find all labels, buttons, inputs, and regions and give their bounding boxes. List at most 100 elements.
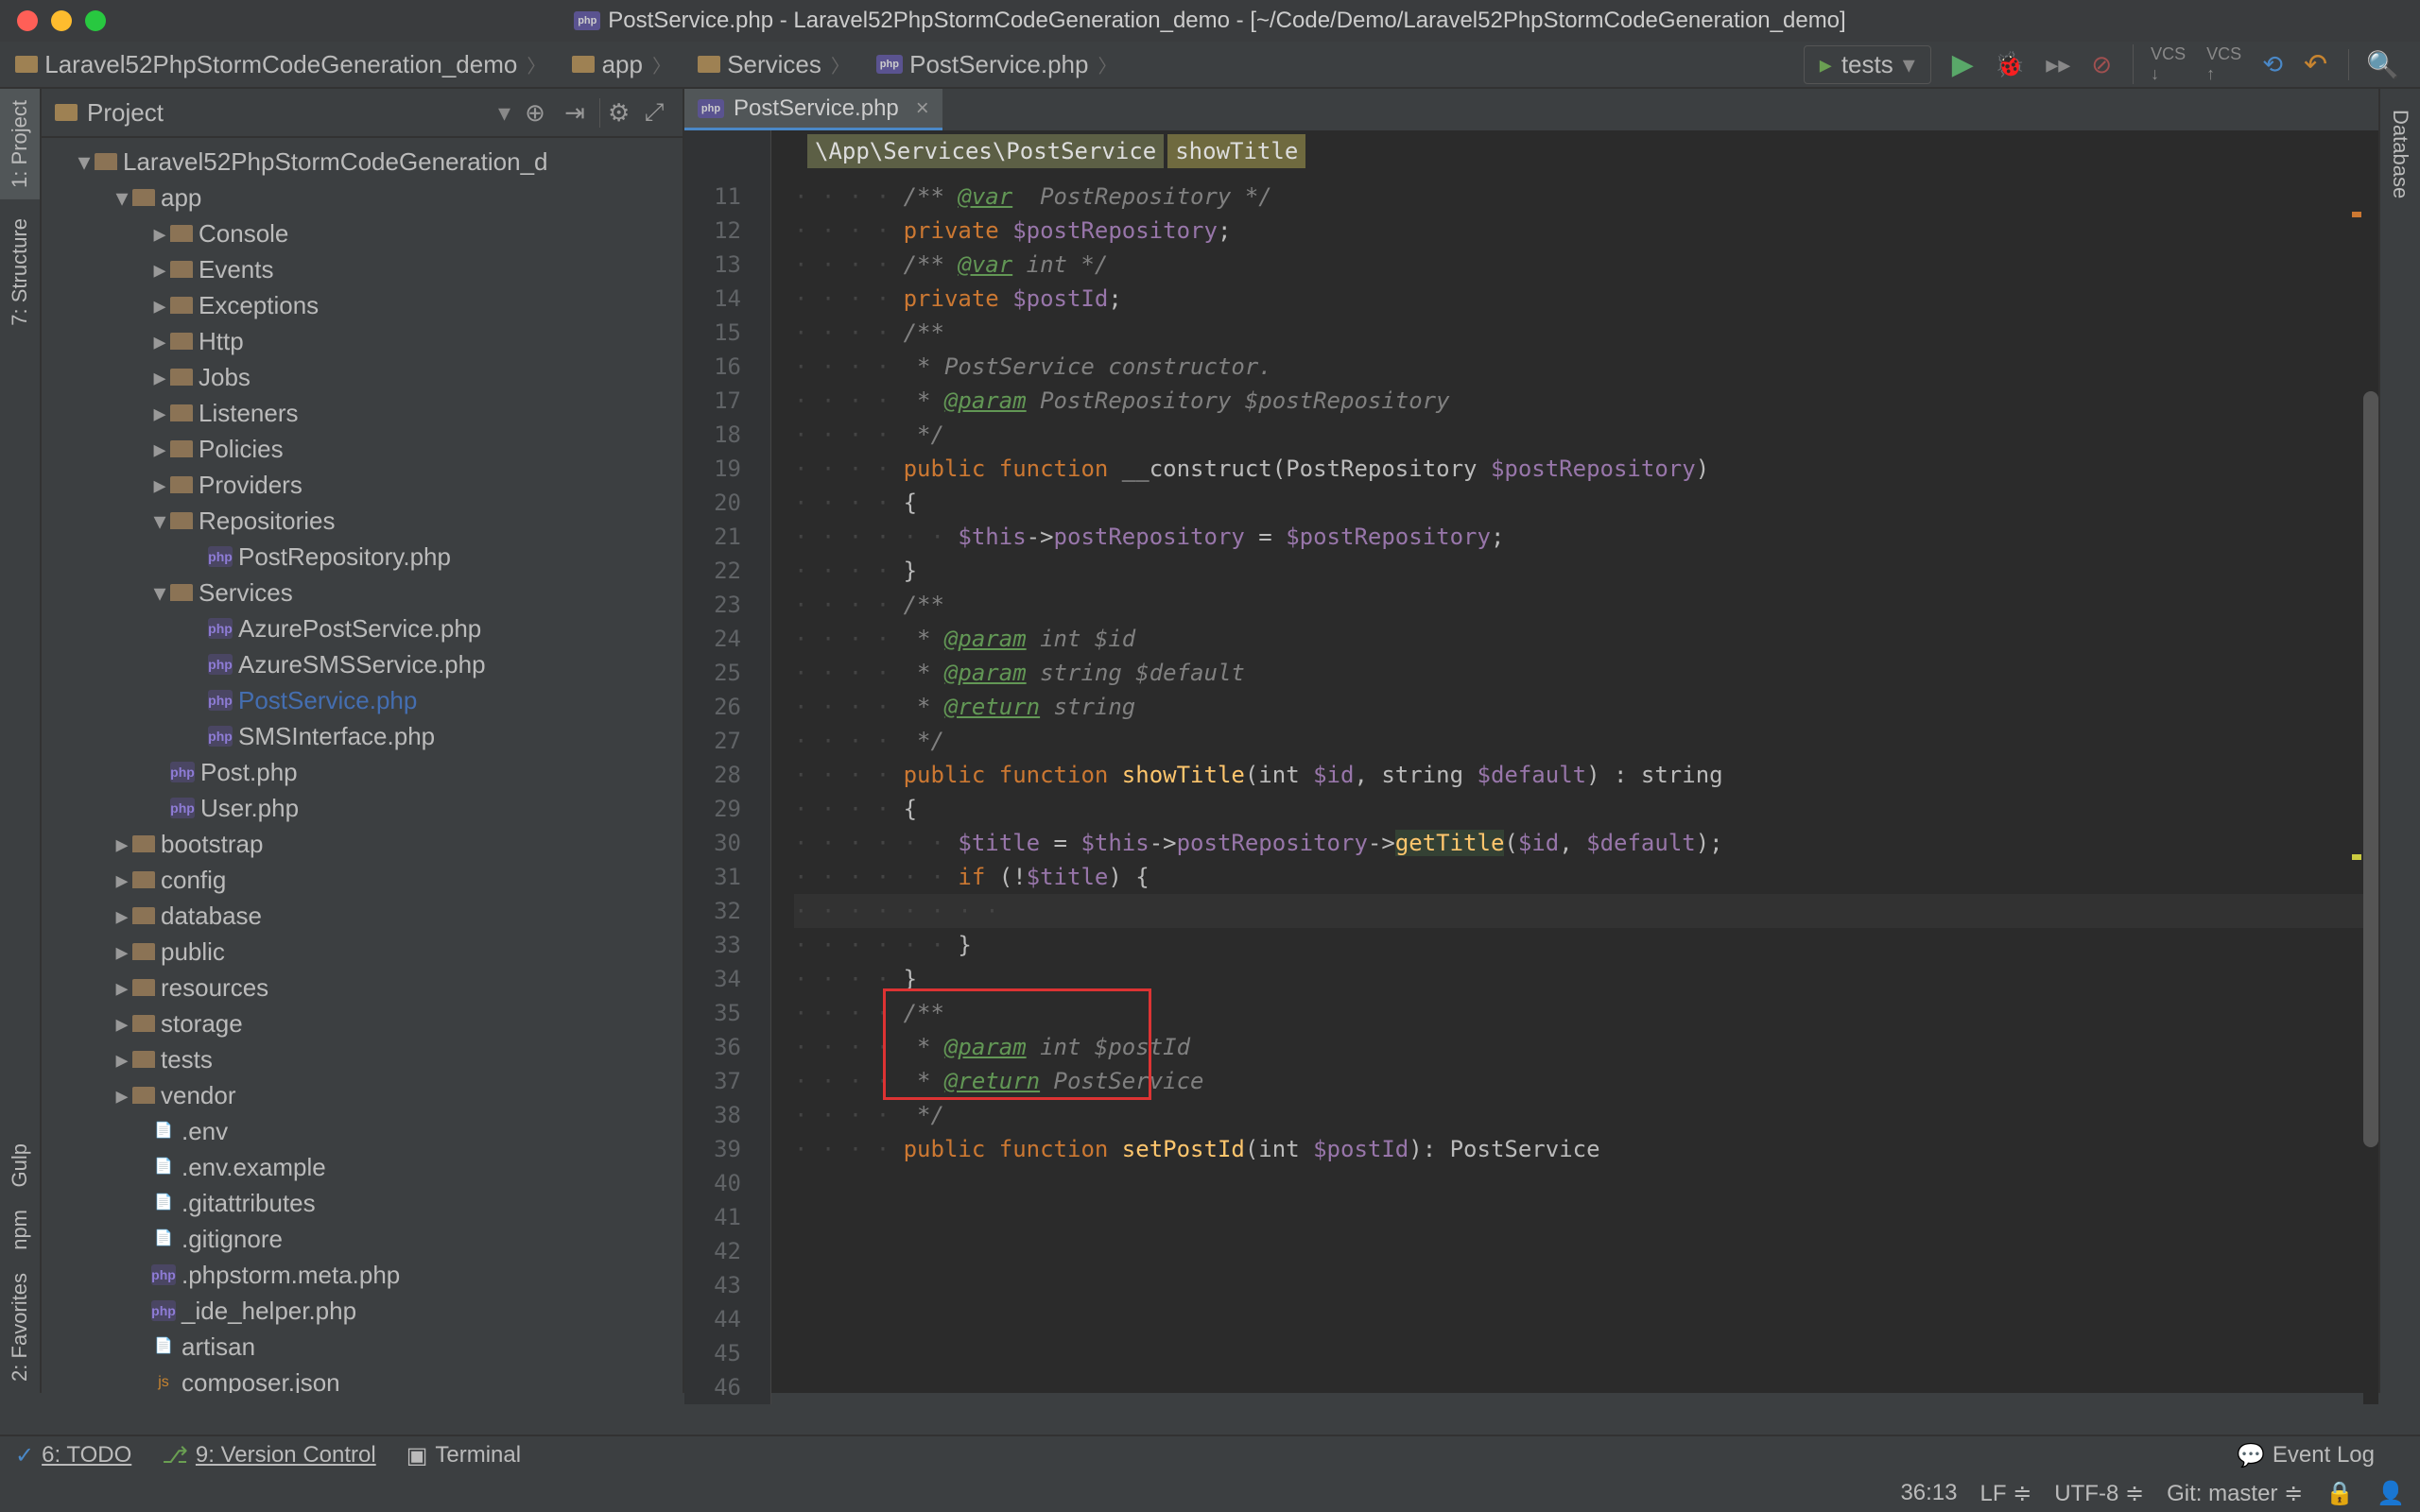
tree-dir[interactable]: Services <box>199 575 293 610</box>
editor-scrollbar[interactable] <box>2363 174 2378 1404</box>
warning-marker[interactable] <box>2352 854 2361 860</box>
tab-npm[interactable]: npm <box>0 1198 40 1262</box>
tree-dir[interactable]: public <box>161 934 225 970</box>
panel-title[interactable]: Project <box>87 98 489 128</box>
tree-file[interactable]: .env.example <box>182 1149 326 1185</box>
chevron-icon: ≑ <box>2284 1481 2303 1506</box>
tree-file[interactable]: AzurePostService.php <box>238 610 481 646</box>
tree-dir[interactable]: Listeners <box>199 395 299 431</box>
tree-root[interactable]: Laravel52PhpStormCodeGeneration_d <box>123 144 548 180</box>
tree-app[interactable]: app <box>161 180 201 215</box>
tab-version-control[interactable]: ⎇9: Version Control <box>162 1442 375 1469</box>
debug-icon[interactable]: 🐞 <box>1995 50 2025 79</box>
breadcrumb-file[interactable]: php PostService.php <box>861 50 1129 79</box>
tree-dir[interactable]: Providers <box>199 467 302 503</box>
zoom-window-icon[interactable] <box>85 10 106 31</box>
vcs-update-icon[interactable]: VCS↓ <box>2133 44 2186 84</box>
php-file-icon: php <box>698 99 724 118</box>
tree-dir[interactable]: Events <box>199 251 274 287</box>
php-file-icon: php <box>876 55 903 74</box>
run-icon[interactable]: ▶ <box>1952 48 1974 81</box>
coverage-icon[interactable]: ▸▸ <box>2046 50 2070 79</box>
tab-structure[interactable]: 7: Structure <box>0 207 40 337</box>
terminal-icon: ▣ <box>406 1442 428 1469</box>
close-window-icon[interactable] <box>17 10 38 31</box>
right-tool-tabs: Database <box>2378 89 2420 1393</box>
tree-dir[interactable]: config <box>161 862 226 898</box>
tree-dir[interactable]: bootstrap <box>161 826 263 862</box>
scrollbar-thumb[interactable] <box>2363 391 2378 1147</box>
search-icon[interactable]: 🔍 <box>2348 49 2399 80</box>
test-icon: ▸ <box>1820 50 1832 79</box>
tree-dir[interactable]: Exceptions <box>199 287 319 323</box>
tree-file[interactable]: .gitignore <box>182 1221 283 1257</box>
lock-icon[interactable]: 🔒 <box>2325 1480 2354 1507</box>
tab-terminal[interactable]: ▣Terminal <box>406 1442 521 1469</box>
tree-file[interactable]: artisan <box>182 1329 255 1365</box>
run-config-select[interactable]: ▸tests▾ <box>1804 45 1931 84</box>
folder-icon <box>572 56 595 73</box>
folder-icon <box>15 56 38 73</box>
tree-file[interactable]: AzureSMSService.php <box>238 646 486 682</box>
tab-favorites[interactable]: 2: Favorites <box>0 1262 40 1393</box>
tree-dir[interactable]: storage <box>161 1005 243 1041</box>
folder-icon <box>698 56 720 73</box>
tree-dir[interactable]: resources <box>161 970 268 1005</box>
vcs-commit-icon[interactable]: VCS↑ <box>2206 44 2241 84</box>
event-log-button[interactable]: 💬Event Log <box>2237 1442 2375 1469</box>
error-marker[interactable] <box>2352 212 2361 217</box>
editor-tab[interactable]: php PostService.php × <box>684 89 942 130</box>
stop-icon[interactable]: ⊘ <box>2091 50 2112 79</box>
tree-dir[interactable]: Jobs <box>199 359 251 395</box>
chevron-down-icon[interactable]: ▾ <box>498 98 510 128</box>
tree-file[interactable]: Post.php <box>200 754 298 790</box>
collapse-icon[interactable]: ⇥ <box>560 98 590 128</box>
scroll-target-icon[interactable]: ⊕ <box>520 98 550 128</box>
tree-file[interactable]: .env <box>182 1113 228 1149</box>
tree-dir[interactable]: database <box>161 898 262 934</box>
gear-icon[interactable]: ⚙ <box>599 98 630 128</box>
git-branch-select[interactable]: Git: master ≑ <box>2167 1480 2303 1507</box>
project-tool-window: Project ▾ ⊕ ⇥ ⚙ ⤢ ▾Laravel52PhpStormCode… <box>42 89 684 1393</box>
folder-icon <box>55 104 78 121</box>
navigation-crumb[interactable]: \App\Services\PostService showTitle <box>807 134 1305 168</box>
code-editor[interactable]: · · · · /** @var PostRepository */ · · ·… <box>771 130 2378 1404</box>
left-tool-tabs: 1: Project 7: Structure Gulp npm 2: Favo… <box>0 89 42 1393</box>
tree-dir[interactable]: Http <box>199 323 244 359</box>
tree-file[interactable]: User.php <box>200 790 299 826</box>
tree-dir[interactable]: vendor <box>161 1077 236 1113</box>
hector-icon[interactable]: 👤 <box>2377 1480 2405 1507</box>
breadcrumb-app[interactable]: app <box>557 50 683 79</box>
tree-file-selected[interactable]: PostService.php <box>238 682 417 718</box>
tree-dir[interactable]: Repositories <box>199 503 336 539</box>
tree-dir[interactable]: Policies <box>199 431 284 467</box>
cursor-position[interactable]: 36:13 <box>1900 1480 1957 1506</box>
tree-file[interactable]: _ide_helper.php <box>182 1293 356 1329</box>
vcs-icon: ⎇ <box>162 1442 188 1469</box>
tree-file[interactable]: .gitattributes <box>182 1185 316 1221</box>
fold-gutter[interactable] <box>752 130 771 1404</box>
project-tree[interactable]: ▾Laravel52PhpStormCodeGeneration_d ▾app … <box>42 138 683 1393</box>
tree-file[interactable]: PostRepository.php <box>238 539 451 575</box>
tree-dir[interactable]: tests <box>161 1041 213 1077</box>
tree-file[interactable]: composer.json <box>182 1365 340 1393</box>
tab-gulp[interactable]: Gulp <box>0 1132 40 1198</box>
php-file-icon: php <box>574 11 600 30</box>
breadcrumb-root[interactable]: Laravel52PhpStormCodeGeneration_demo <box>0 50 557 79</box>
encoding-select[interactable]: UTF-8 ≑ <box>2054 1480 2144 1507</box>
tree-file[interactable]: SMSInterface.php <box>238 718 435 754</box>
undo-icon[interactable]: ↶ <box>2304 48 2327 81</box>
tab-todo[interactable]: ✓6: TODO <box>15 1442 131 1469</box>
tree-dir[interactable]: Console <box>199 215 288 251</box>
hide-icon[interactable]: ⤢ <box>639 97 669 128</box>
sync-icon[interactable]: ⟲ <box>2262 50 2283 79</box>
line-ending-select[interactable]: LF ≑ <box>1980 1480 2032 1507</box>
tab-project[interactable]: 1: Project <box>0 89 40 199</box>
breadcrumb-services[interactable]: Services <box>683 50 861 79</box>
line-numbers: 1112131415161718192021222324252627282930… <box>684 130 752 1404</box>
tab-database[interactable]: Database <box>2380 98 2420 210</box>
minimize-window-icon[interactable] <box>51 10 72 31</box>
close-icon[interactable]: × <box>916 95 929 122</box>
tree-file[interactable]: .phpstorm.meta.php <box>182 1257 400 1293</box>
todo-icon: ✓ <box>15 1442 34 1469</box>
